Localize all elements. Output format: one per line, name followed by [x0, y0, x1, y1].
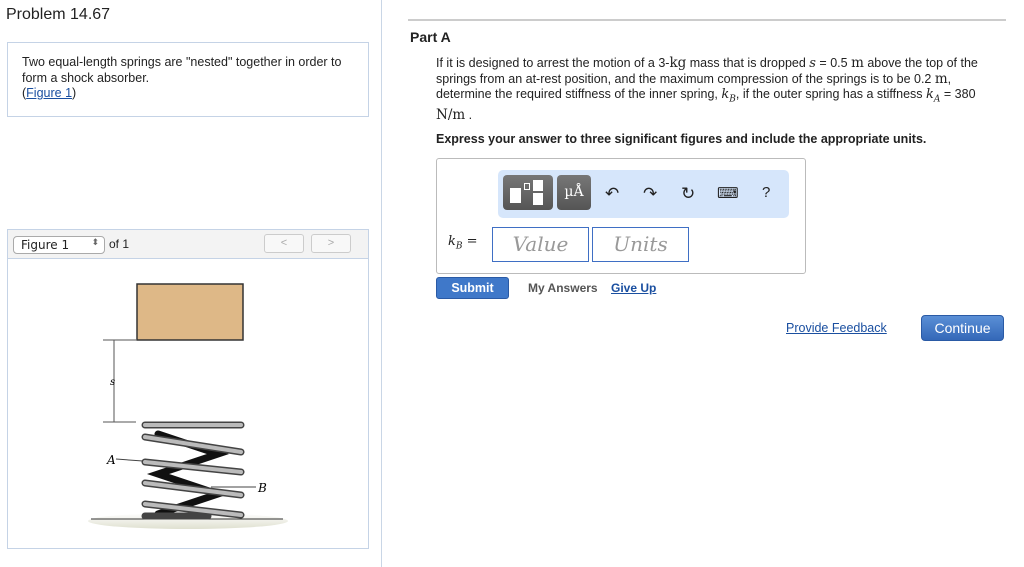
figure-count: of 1 — [109, 237, 130, 251]
continue-button[interactable]: Continue — [921, 315, 1004, 341]
value-input[interactable]: Value — [492, 227, 589, 262]
problem-title: Problem 14.67 — [6, 6, 111, 23]
prev-figure-button[interactable]: < — [264, 234, 304, 253]
problem-description: Two equal-length springs are "nested" to… — [7, 42, 369, 117]
my-answers-link[interactable]: My Answers — [528, 281, 598, 295]
figure-select[interactable]: Figure 1 ⬍ — [13, 236, 105, 254]
help-button[interactable]: ? — [762, 184, 770, 201]
question-text: If it is designed to arrest the motion o… — [436, 55, 978, 124]
redo-icon[interactable]: ↷ — [643, 184, 657, 204]
label-B: B — [257, 481, 267, 495]
give-up-link[interactable]: Give Up — [611, 281, 656, 295]
paren: ) — [72, 86, 77, 100]
divider — [408, 19, 1006, 21]
figure-panel: Figure 1 ⬍ of 1 < > s A B — [7, 229, 369, 549]
units-button[interactable]: µÅ — [557, 175, 591, 210]
description-text: Two equal-length springs are "nested" to… — [22, 55, 342, 85]
reset-icon[interactable]: ↻ — [681, 184, 695, 204]
label-s: s — [110, 377, 115, 388]
figure-link[interactable]: Figure 1 — [26, 86, 72, 100]
part-title: Part A — [410, 29, 451, 45]
templates-button[interactable] — [503, 175, 553, 210]
label-A: A — [106, 453, 116, 467]
left-panel: Problem 14.67 Two equal-length springs a… — [0, 0, 382, 567]
units-input[interactable]: Units — [592, 227, 689, 262]
answer-label: kB = — [448, 234, 478, 252]
submit-button[interactable]: Submit — [436, 277, 509, 299]
figure-select-value: Figure 1 — [21, 238, 70, 252]
math-toolbar: µÅ ↶ ↷ ↻ ⌨ ? — [498, 170, 789, 218]
updown-icon: ⬍ — [91, 238, 99, 248]
keyboard-icon[interactable]: ⌨ — [717, 184, 739, 202]
undo-icon[interactable]: ↶ — [605, 184, 619, 204]
instruction: Express your answer to three significant… — [436, 132, 927, 146]
provide-feedback-link[interactable]: Provide Feedback — [786, 321, 887, 335]
spring-figure: s A B — [88, 283, 288, 529]
figure-header: Figure 1 ⬍ of 1 < > — [8, 230, 368, 259]
next-figure-button[interactable]: > — [311, 234, 351, 253]
mass-block — [136, 283, 244, 341]
